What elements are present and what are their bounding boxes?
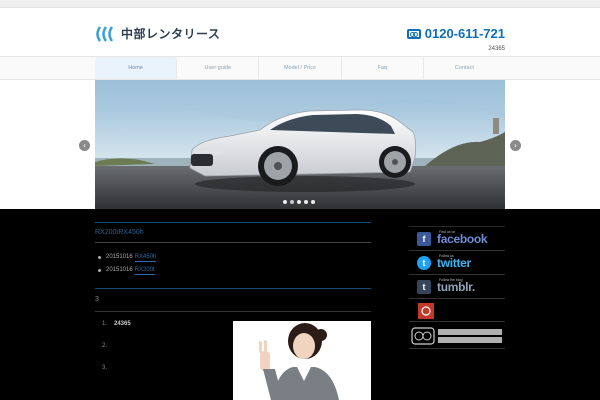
slider-dots	[283, 200, 315, 204]
nav-contact[interactable]: Contact	[424, 57, 505, 79]
association-banner[interactable]	[409, 323, 505, 349]
post-title[interactable]: RX200tRX450h	[95, 229, 144, 236]
news-date: 20151016	[106, 267, 133, 273]
section-heading: 3	[95, 296, 99, 303]
list-item: 2.	[102, 342, 131, 364]
news-list: 20151016 RX450h 20151016 RX200t	[98, 251, 157, 277]
tumblr-link[interactable]: t Follow the blog tumblr.	[409, 276, 505, 299]
divider	[409, 226, 505, 227]
phone-hours: 24365	[488, 46, 505, 52]
divider	[95, 311, 371, 312]
staff-photo-image	[233, 321, 371, 400]
tumblr-icon: t	[417, 280, 431, 294]
freedial-icon	[406, 28, 421, 39]
facebook-prefix: Find us on	[439, 230, 456, 234]
staff-photo	[233, 321, 371, 400]
slider-dot[interactable]	[311, 200, 315, 204]
tumblr-text: tumblr.	[437, 280, 475, 294]
logo-icon	[96, 25, 114, 42]
hero-area: ‹ ›	[0, 80, 600, 209]
red-badge-icon	[418, 302, 434, 319]
phone-block[interactable]: 0120-611-721	[406, 26, 505, 41]
list-value: 24365	[114, 321, 131, 327]
twitter-icon: t	[417, 256, 431, 270]
slider-dot[interactable]	[283, 200, 287, 204]
news-link[interactable]: RX450h	[134, 253, 157, 262]
bullet-icon	[98, 269, 101, 272]
association-logo	[411, 326, 502, 345]
header: 中部レンタリース 0120-611-721 24365	[0, 8, 600, 56]
feature-list: 1. 24365 2. 3.	[102, 320, 131, 386]
list-item: 20151016 RX450h	[98, 251, 157, 264]
list-item: 20151016 RX200t	[98, 264, 156, 277]
slider-dot[interactable]	[297, 200, 301, 204]
nav-faq[interactable]: Faq	[342, 57, 424, 79]
twitter-link[interactable]: t Follow us twitter	[409, 252, 505, 275]
phone-number: 0120-611-721	[424, 26, 505, 41]
twitter-text: twitter	[437, 256, 471, 270]
facebook-icon: f	[417, 232, 431, 246]
logo-text: 中部レンタリース	[121, 27, 221, 41]
divider	[95, 288, 371, 289]
twitter-prefix: Follow us	[439, 254, 454, 258]
news-date: 20151016	[106, 254, 133, 260]
divider	[95, 222, 371, 223]
slider-next-button[interactable]: ›	[510, 140, 521, 151]
nav-user-guide[interactable]: User guide	[177, 57, 260, 79]
logo[interactable]: 中部レンタリース	[95, 25, 220, 42]
main-nav: Home User guide Model / Price Faq Contac…	[0, 56, 600, 80]
list-number: 2.	[102, 343, 108, 349]
slider-dot[interactable]	[304, 200, 308, 204]
news-link[interactable]: RX200t	[134, 266, 155, 275]
nav-model-price[interactable]: Model / Price	[259, 57, 342, 79]
nav-home[interactable]: Home	[95, 57, 178, 79]
hero-car-image	[95, 80, 505, 209]
slider-dot[interactable]	[290, 200, 294, 204]
hero-slider[interactable]	[95, 80, 505, 209]
badge-banner[interactable]	[409, 300, 505, 322]
slider-prev-button[interactable]: ‹	[79, 140, 90, 151]
facebook-link[interactable]: f Find us on facebook	[409, 228, 505, 251]
divider	[95, 242, 371, 243]
top-strip	[0, 0, 600, 8]
facebook-text: facebook	[437, 232, 488, 246]
bullet-icon	[98, 256, 101, 259]
list-number: 3.	[102, 365, 108, 371]
list-number: 1.	[102, 321, 108, 327]
tumblr-prefix: Follow the blog	[439, 278, 463, 282]
list-item: 1. 24365	[102, 320, 131, 342]
list-item: 3.	[102, 364, 131, 386]
